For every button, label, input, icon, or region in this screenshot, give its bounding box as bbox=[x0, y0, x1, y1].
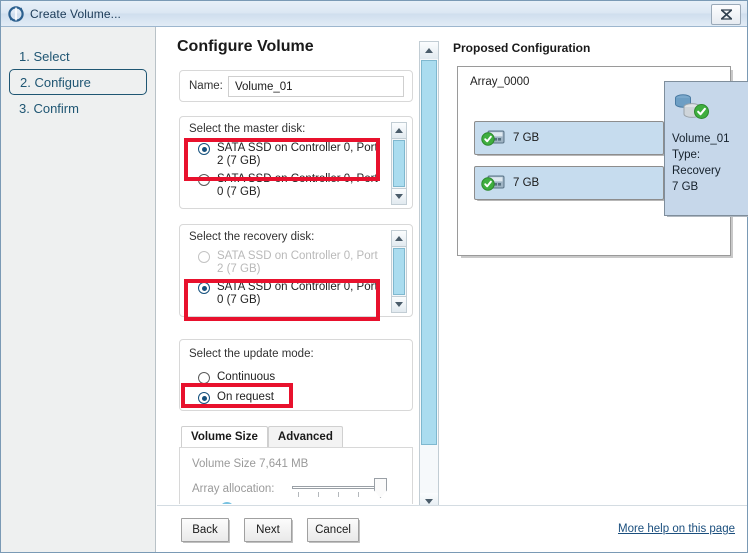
master-disk-scrollbar[interactable] bbox=[391, 122, 407, 205]
scroll-down-button[interactable] bbox=[392, 296, 406, 312]
highlight-on-request-option bbox=[181, 383, 293, 408]
recovery-disk-option-0: SATA SSD on Controller 0, Port 2 (7 GB) bbox=[198, 250, 378, 276]
volume-card-type: Type: Recovery bbox=[672, 149, 721, 177]
disk-ok-icon bbox=[481, 127, 507, 149]
recovery-disk-legend: Select the recovery disk: bbox=[189, 231, 315, 243]
wizard-sidebar: 1. Select 2. Configure 3. Confirm bbox=[1, 27, 156, 552]
cancel-button-label: Cancel bbox=[315, 524, 351, 536]
more-help-link[interactable]: More help on this page bbox=[618, 523, 735, 535]
cancel-button[interactable]: Cancel bbox=[307, 518, 359, 542]
wizard-footer: Back Next Cancel More help on this page bbox=[157, 505, 747, 552]
tab-advanced[interactable]: Advanced bbox=[267, 426, 343, 447]
size-tablist: Volume Size Advanced bbox=[181, 426, 343, 447]
slider-tick bbox=[338, 492, 339, 497]
array-allocation-slider[interactable] bbox=[292, 486, 384, 489]
app-refresh-icon bbox=[8, 5, 24, 22]
volume-card-name: Volume_01 bbox=[672, 133, 730, 145]
slider-tick bbox=[358, 492, 359, 497]
next-button-label: Next bbox=[256, 524, 280, 536]
sidebar-item-label: 3. Confirm bbox=[19, 100, 79, 116]
array-disk-1[interactable]: 7 GB bbox=[474, 166, 664, 200]
array-disk-capacity: 7 GB bbox=[513, 177, 540, 189]
array-name: Array_0000 bbox=[470, 76, 530, 88]
array-disk-capacity: 7 GB bbox=[513, 132, 540, 144]
create-volume-window: Create Volume... 1. Select 2. Configure … bbox=[0, 0, 748, 553]
scroll-thumb[interactable] bbox=[393, 140, 405, 187]
chevron-up-icon bbox=[425, 48, 433, 53]
scroll-up-button[interactable] bbox=[420, 42, 438, 59]
close-button[interactable] bbox=[711, 4, 741, 25]
tab-label: Volume Size bbox=[191, 431, 258, 443]
back-button[interactable]: Back bbox=[181, 518, 229, 542]
master-disk-legend: Select the master disk: bbox=[189, 123, 306, 135]
sidebar-item-configure[interactable]: 2. Configure bbox=[9, 69, 147, 95]
radio-icon bbox=[198, 251, 210, 263]
slider-tick bbox=[298, 492, 299, 497]
window-title: Create Volume... bbox=[30, 6, 121, 21]
disk-ok-icon bbox=[481, 172, 507, 194]
chevron-up-icon bbox=[395, 236, 403, 241]
chevron-down-icon bbox=[425, 499, 433, 504]
volume-ok-icon bbox=[672, 91, 712, 125]
scroll-up-button[interactable] bbox=[392, 231, 406, 247]
scroll-thumb[interactable] bbox=[421, 60, 437, 445]
chevron-down-icon bbox=[395, 194, 403, 199]
chevron-down-icon bbox=[395, 302, 403, 307]
name-label: Name: bbox=[189, 80, 223, 92]
array-container: Array_0000 7 GB 7 GB Volume_01 Type: Rec… bbox=[457, 66, 748, 256]
sidebar-item-label: 2. Configure bbox=[20, 74, 91, 90]
volume-card-capacity: 7 GB bbox=[672, 181, 699, 193]
sidebar-item-label: 1. Select bbox=[19, 48, 70, 64]
volume-size-text: Volume Size 7,641 MB bbox=[192, 458, 309, 470]
scroll-up-button[interactable] bbox=[392, 123, 406, 139]
next-button[interactable]: Next bbox=[244, 518, 292, 542]
tab-volume-size[interactable]: Volume Size bbox=[181, 426, 268, 447]
configure-panel: Configure Volume Name: Volume_01 Select … bbox=[157, 28, 439, 504]
sidebar-item-select[interactable]: 1. Select bbox=[9, 43, 147, 69]
volume-name-input[interactable]: Volume_01 bbox=[228, 76, 404, 97]
name-groupbox: Name: Volume_01 bbox=[179, 70, 413, 102]
page-title: Configure Volume bbox=[177, 38, 314, 55]
update-mode-legend: Select the update mode: bbox=[189, 348, 314, 360]
volume-size-tabpanel: Volume Size 7,641 MB Array allocation: bbox=[179, 447, 413, 504]
close-icon bbox=[720, 9, 732, 20]
partial-radio-icon bbox=[220, 502, 234, 504]
chevron-up-icon bbox=[395, 128, 403, 133]
recovery-disk-scrollbar[interactable] bbox=[391, 230, 407, 313]
sidebar-item-confirm[interactable]: 3. Confirm bbox=[9, 95, 147, 121]
proposed-configuration-panel: Proposed Configuration Array_0000 7 GB 7… bbox=[441, 28, 748, 504]
array-allocation-label: Array allocation: bbox=[192, 483, 275, 495]
recovery-disk-option-label: SATA SSD on Controller 0, Port 2 (7 GB) bbox=[217, 250, 378, 275]
highlight-master-disk-selection bbox=[184, 138, 380, 181]
title-bar: Create Volume... bbox=[1, 1, 747, 27]
array-disk-0[interactable]: 7 GB bbox=[474, 121, 664, 155]
volume-name-value: Volume_01 bbox=[235, 80, 293, 93]
volume-card[interactable]: Volume_01 Type: Recovery 7 GB bbox=[664, 81, 748, 216]
scroll-thumb[interactable] bbox=[393, 248, 405, 295]
array-allocation-slider-thumb[interactable] bbox=[374, 478, 387, 498]
proposed-configuration-title: Proposed Configuration bbox=[453, 41, 591, 55]
highlight-recovery-disk-selection bbox=[184, 279, 380, 321]
back-button-label: Back bbox=[192, 524, 218, 536]
tab-label: Advanced bbox=[277, 431, 333, 443]
slider-tick bbox=[318, 492, 319, 497]
scroll-down-button[interactable] bbox=[392, 188, 406, 204]
configure-panel-scrollbar[interactable] bbox=[419, 41, 439, 511]
